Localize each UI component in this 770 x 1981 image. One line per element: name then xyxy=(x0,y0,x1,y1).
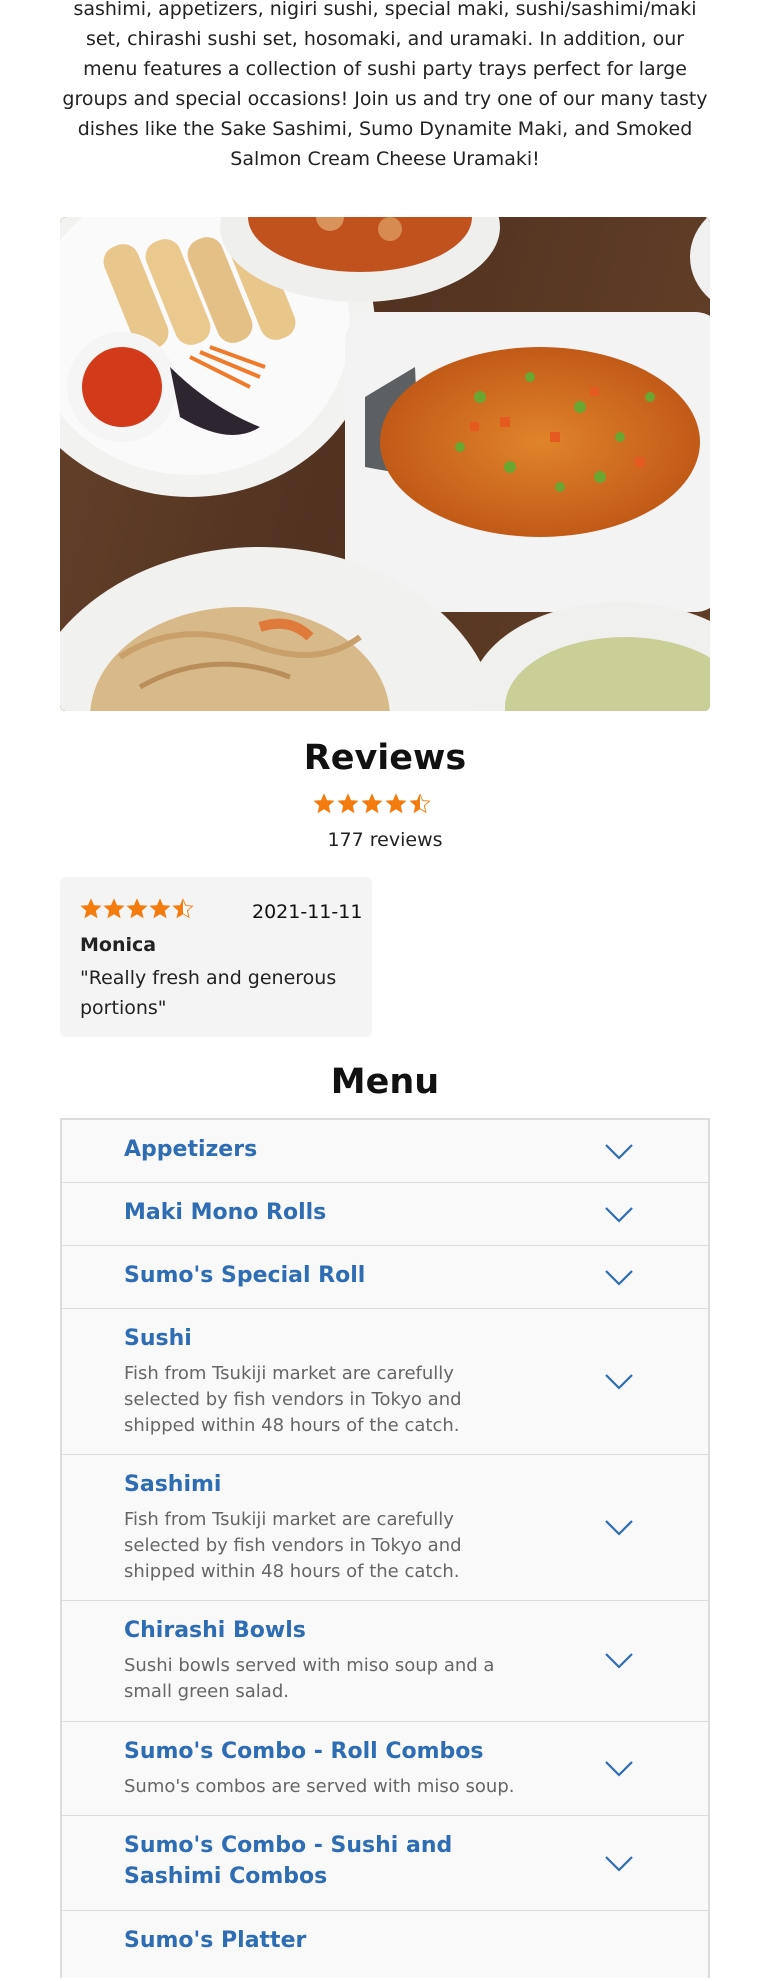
menu-category-description: Fish from Tsukiji market are carefully s… xyxy=(124,1363,462,1436)
star-full-icon xyxy=(80,898,102,919)
menu-category-roll-combos[interactable]: Sumo's Combo - Roll Combos Sumo's combos… xyxy=(62,1722,708,1816)
menu-category-appetizers[interactable]: Appetizers xyxy=(62,1120,708,1183)
chevron-down-icon[interactable] xyxy=(604,1206,634,1224)
restaurant-description: sashimi, appetizers, nigiri sushi, speci… xyxy=(62,0,708,170)
average-rating-stars xyxy=(313,792,457,818)
menu-category-sushi[interactable]: Sushi Fish from Tsukiji market are caref… xyxy=(62,1309,708,1455)
menu-category-name: Sushi xyxy=(124,1326,192,1351)
star-full-icon xyxy=(103,898,125,919)
chevron-down-icon[interactable] xyxy=(604,1760,634,1778)
star-full-icon xyxy=(313,793,335,814)
star-full-icon xyxy=(126,898,148,919)
food-photo-illustration xyxy=(60,217,710,711)
menu-category-name: Sumo's Combo - Roll Combos xyxy=(124,1739,484,1764)
review-date: 2021-11-11 xyxy=(252,901,363,923)
menu-category-name: Sumo's Platter xyxy=(124,1928,307,1953)
review-count: 177 reviews xyxy=(327,829,443,851)
review-text: "Really fresh and generous portions" xyxy=(80,967,337,1019)
star-full-icon xyxy=(385,793,407,814)
review-author: Monica xyxy=(80,934,157,956)
star-full-icon xyxy=(149,898,171,919)
reviews-heading: Reviews xyxy=(303,738,467,778)
chevron-down-icon[interactable] xyxy=(604,1652,634,1670)
menu-category-name: Maki Mono Rolls xyxy=(124,1200,327,1225)
chevron-down-icon[interactable] xyxy=(604,1143,634,1161)
review-card: 2021-11-11 Monica "Really fresh and gene… xyxy=(60,877,372,1037)
menu-category-sushi-sashimi-combos[interactable]: Sumo's Combo - Sushi and Sashimi Combos xyxy=(62,1816,708,1911)
menu-category-chirashi-bowls[interactable]: Chirashi Bowls Sushi bowls served with m… xyxy=(62,1601,708,1722)
menu-accordion: Appetizers Maki Mono Rolls Sumo's Specia… xyxy=(60,1118,710,1978)
chevron-down-icon[interactable] xyxy=(604,1855,634,1873)
menu-category-description: Sumo's combos are served with miso soup. xyxy=(124,1776,515,1797)
menu-category-name: Sumo's Special Roll xyxy=(124,1263,366,1288)
food-photo xyxy=(60,217,710,711)
menu-category-name: Appetizers xyxy=(124,1137,258,1162)
menu-category-maki-mono-rolls[interactable]: Maki Mono Rolls xyxy=(62,1183,708,1246)
menu-category-name: Sashimi xyxy=(124,1472,222,1497)
menu-category-description: Sushi bowls served with miso soup and a … xyxy=(124,1655,495,1702)
review-rating-stars xyxy=(80,897,194,921)
menu-category-sashimi[interactable]: Sashimi Fish from Tsukiji market are car… xyxy=(62,1455,708,1601)
star-half-icon xyxy=(409,793,431,814)
menu-category-description: Fish from Tsukiji market are carefully s… xyxy=(124,1509,462,1582)
menu-heading: Menu xyxy=(330,1062,440,1102)
menu-category-name: Chirashi Bowls xyxy=(124,1618,306,1643)
chevron-down-icon[interactable] xyxy=(604,1519,634,1537)
star-full-icon xyxy=(337,793,359,814)
chevron-down-icon[interactable] xyxy=(604,1373,634,1391)
menu-category-name: Sumo's Combo - Sushi and Sashimi Combos xyxy=(124,1833,453,1889)
chevron-down-icon[interactable] xyxy=(604,1269,634,1287)
menu-category-platter[interactable]: Sumo's Platter xyxy=(62,1911,708,1981)
star-full-icon xyxy=(361,793,383,814)
menu-category-special-roll[interactable]: Sumo's Special Roll xyxy=(62,1246,708,1309)
star-half-icon xyxy=(172,898,194,919)
